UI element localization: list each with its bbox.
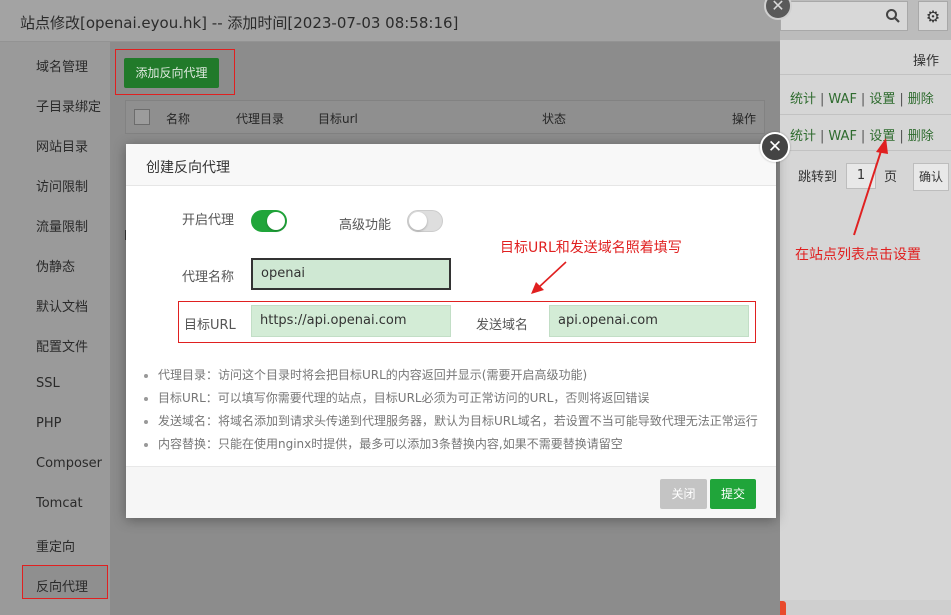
tip-item: 目标URL：可以填写你需要代理的站点，目标URL必须为可正常访问的URL，否则将…	[144, 387, 774, 410]
site-sidebar	[0, 42, 110, 615]
add-reverse-proxy-button[interactable]: 添加反向代理	[124, 58, 219, 88]
proxy-table-header: 名称 代理目录 目标url 状态 操作	[125, 100, 765, 134]
annotation-text: 目标URL和发送域名照着填写	[500, 240, 682, 256]
th-target-url: 目标url	[318, 112, 358, 126]
sidebar-item-subdir[interactable]: 子目录绑定	[36, 96, 101, 115]
th-actions: 操作	[732, 112, 757, 126]
target-url-input[interactable]: https://api.openai.com	[251, 305, 451, 337]
annotation-highlight-reverse-proxy	[22, 565, 108, 599]
close-button[interactable]: 关闭	[660, 479, 707, 509]
target-url-label: 目标URL	[184, 318, 236, 333]
sidebar-item-access-limit[interactable]: 访问限制	[36, 176, 88, 195]
tip-item: 发送域名：将域名添加到请求头传递到代理服务器，默认为目标URL域名，若设置不当可…	[144, 410, 774, 433]
sidebar-item-ssl[interactable]: SSL	[36, 376, 60, 391]
proxy-name-label: 代理名称	[182, 270, 235, 285]
sidebar-item-default-doc[interactable]: 默认文档	[36, 296, 88, 315]
proxy-name-input[interactable]: openai	[251, 258, 451, 290]
tip-item: 代理目录：访问这个目录时将会把目标URL的内容返回并显示(需要开启高级功能)	[144, 364, 774, 387]
create-proxy-modal: 创建反向代理 ✕ 开启代理 高级功能 目标URL和发送域名照着填写 代理名称 o…	[126, 132, 790, 518]
modal-footer: 关闭 提交	[126, 466, 776, 518]
sidebar-item-composer[interactable]: Composer	[36, 456, 102, 471]
th-status: 状态	[542, 112, 567, 126]
submit-button[interactable]: 提交	[710, 479, 756, 509]
send-domain-input[interactable]: api.openai.com	[549, 305, 749, 337]
tips-list: 代理目录：访问这个目录时将会把目标URL的内容返回并显示(需要开启高级功能) 目…	[144, 364, 774, 456]
tip-item: 内容替换：只能在使用nginx时提供，最多可以添加3条替换内容,如果不需要替换请…	[144, 433, 774, 456]
sidebar-item-php[interactable]: PHP	[36, 416, 61, 431]
sidebar-item-rewrite[interactable]: 伪静态	[36, 256, 75, 275]
send-domain-label: 发送域名	[476, 318, 529, 333]
site-dialog-header: 站点修改[openai.eyou.hk] -- 添加时间[2023-07-03 …	[0, 0, 780, 42]
background-page: ⚙ 操作 统计 | WAF | 设置 | 删除 统计 | WAF | 设置 | 删除 跳转到 1 页 确…	[758, 0, 951, 615]
th-proxy-dir: 代理目录	[236, 112, 285, 126]
site-dialog-title: 站点修改[openai.eyou.hk] -- 添加时间[2023-07-03 …	[20, 14, 459, 32]
sidebar-item-site-dir[interactable]: 网站目录	[36, 136, 88, 155]
sidebar-item-config[interactable]: 配置文件	[36, 336, 88, 355]
select-all-checkbox[interactable]	[134, 109, 150, 125]
th-name: 名称	[166, 112, 191, 126]
annotation-text: 在站点列表点击设置	[795, 247, 921, 263]
sidebar-item-domain[interactable]: 域名管理	[36, 56, 88, 75]
sidebar-item-tomcat[interactable]: Tomcat	[36, 496, 83, 511]
sidebar-item-redirect[interactable]: 重定向	[36, 536, 75, 555]
taskbar	[760, 600, 951, 615]
sidebar-item-traffic-limit[interactable]: 流量限制	[36, 216, 88, 235]
